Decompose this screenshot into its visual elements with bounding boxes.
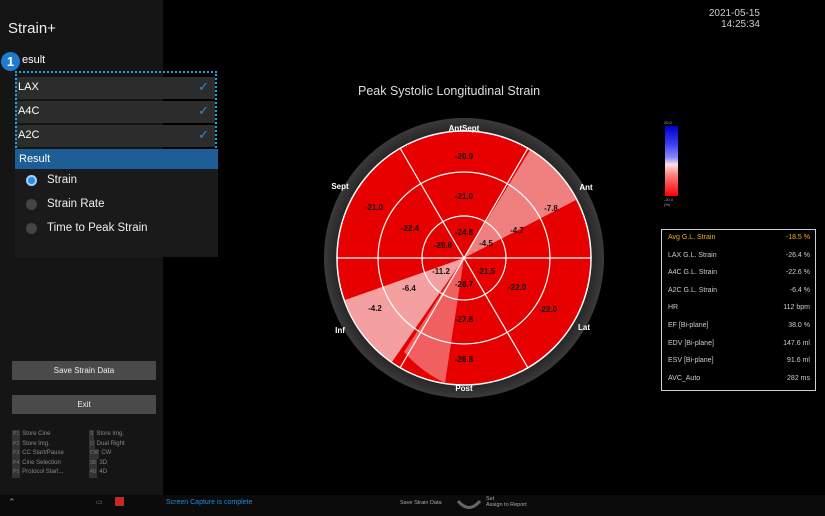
segment-value: -24.8 — [455, 228, 474, 237]
device-icon: ▭ — [96, 499, 103, 506]
scale-min: -20.0 (%) — [664, 197, 674, 207]
save-strain-label[interactable]: Save Strain Data — [400, 500, 442, 506]
segment-value: -22.4 — [401, 224, 420, 233]
segment-value: -21.0 — [455, 192, 474, 201]
metric-row: LAX G.L. Strain -26.4 % — [668, 251, 810, 259]
metric-row: HR 112 bpm — [668, 304, 810, 312]
segment-value: -26.8 — [455, 355, 474, 364]
metrics-table: Avg G.L. Strain -18.5 % LAX G.L. Strain -2… — [661, 229, 816, 391]
record-icon[interactable] — [115, 497, 124, 506]
dial-icon[interactable] — [456, 498, 482, 512]
segment-value: -11.2 — [432, 267, 450, 276]
segment-value: -6.4 — [402, 284, 416, 293]
segment-value: -4.5 — [479, 239, 493, 248]
wall-label-antsept: AntSept — [449, 124, 480, 133]
segment-value: -22.0 — [508, 283, 527, 292]
scale-max: 20.0 — [664, 120, 672, 125]
wall-label-ant: Ant — [579, 183, 593, 192]
segment-value: -28.6 — [434, 241, 453, 250]
wall-label-inf: Inf — [335, 326, 345, 335]
segment-value: -4.2 — [368, 304, 382, 313]
wall-label-post: Post — [455, 384, 473, 393]
segment-value: -21.5 — [477, 267, 496, 276]
set-label[interactable]: Set Assign to Report — [486, 496, 527, 508]
segment-value: -22.0 — [539, 305, 558, 314]
metric-row: Avg G.L. Strain -18.5 % — [668, 234, 810, 241]
chevron-up-icon[interactable]: ⌃ — [8, 497, 16, 508]
metric-row: A2C G.L. Strain -6.4 % — [668, 286, 810, 294]
metric-row: A4C G.L. Strain -22.6 % — [668, 269, 810, 277]
wall-label-lat: Lat — [578, 323, 590, 332]
metric-row: AVC_Auto 282 ms — [668, 374, 810, 382]
segment-value: -4.7 — [510, 226, 524, 235]
metric-row: ESV [Bi-plane] 91.6 ml — [668, 357, 810, 365]
segment-value: -20.9 — [455, 152, 474, 161]
metric-row: EF [Bi-plane] 38.0 % — [668, 321, 810, 329]
status-message: Screen Capture is complete — [166, 499, 253, 506]
color-scale — [665, 126, 678, 196]
segment-value: -28.7 — [455, 280, 474, 289]
segment-value: -21.0 — [365, 203, 384, 212]
segment-value: -7.8 — [544, 204, 558, 213]
metric-row: EDV [Bi-plane] 147.6 ml — [668, 339, 810, 347]
wall-label-sept: Sept — [331, 182, 349, 191]
segment-value: -27.8 — [455, 315, 474, 324]
